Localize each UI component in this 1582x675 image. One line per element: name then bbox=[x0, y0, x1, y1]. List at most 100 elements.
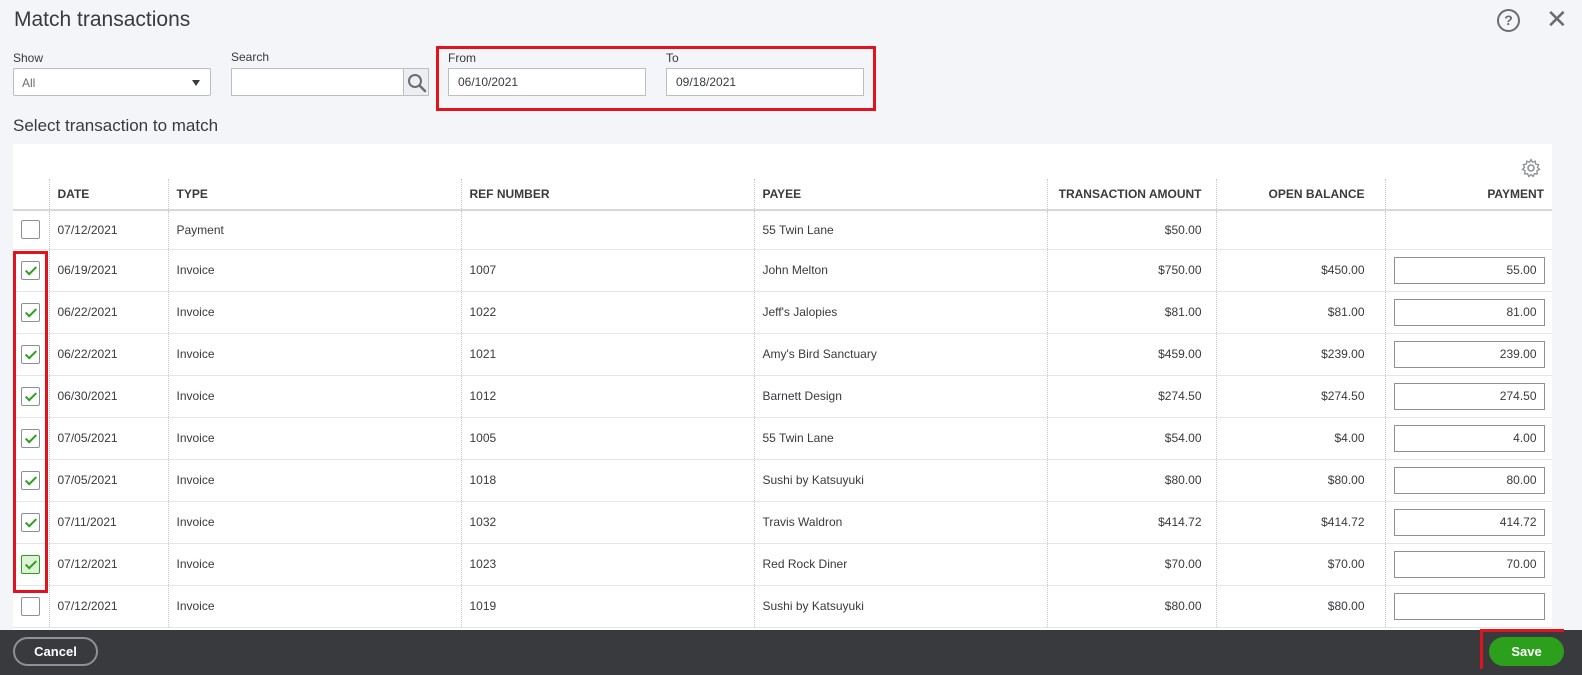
row-checkbox[interactable] bbox=[21, 220, 40, 240]
payment-input[interactable] bbox=[1393, 592, 1545, 620]
date-cell: 07/11/2021 bbox=[48, 501, 168, 544]
help-icon[interactable]: ? bbox=[1497, 9, 1520, 32]
payment-input[interactable] bbox=[1393, 550, 1545, 578]
payee-cell: Amy's Bird Sanctuary bbox=[753, 333, 1047, 376]
table-row[interactable]: 07/12/2021 Invoice 1019 Sushi by Katsuyuki $… bbox=[13, 585, 1552, 628]
payment-input[interactable] bbox=[1393, 508, 1545, 536]
row-checkbox[interactable] bbox=[21, 596, 40, 616]
ref-number-cell: 1019 bbox=[460, 585, 754, 628]
from-date-input[interactable] bbox=[448, 68, 646, 96]
column-header-type[interactable]: TYPE bbox=[167, 179, 461, 211]
table-row[interactable]: 06/22/2021 Invoice 1021 Amy's Bird Sanctuar… bbox=[13, 333, 1552, 376]
payment-cell bbox=[1384, 543, 1552, 586]
table-row[interactable]: 07/05/2021 Invoice 1018 Sushi by Katsuyuki $… bbox=[13, 459, 1552, 502]
transaction-amount-cell: $80.00 bbox=[1046, 459, 1216, 502]
payment-input[interactable] bbox=[1393, 298, 1545, 326]
date-cell: 06/22/2021 bbox=[48, 291, 168, 334]
column-header-date[interactable]: DATE bbox=[48, 179, 168, 211]
section-title: Select transaction to match bbox=[13, 116, 219, 135]
table-header-row: DATE TYPE REF NUMBER PAYEE TRANSACTION A… bbox=[13, 179, 1552, 211]
date-cell: 07/12/2021 bbox=[48, 210, 168, 250]
payment-input[interactable] bbox=[1393, 466, 1545, 494]
payee-cell: Jeff's Jalopies bbox=[753, 291, 1047, 334]
table-row[interactable]: 07/12/2021 Payment 55 Twin Lane $50.00 bbox=[13, 210, 1552, 250]
column-header-ref-number[interactable]: REF NUMBER bbox=[460, 179, 754, 211]
transactions-table: DATE TYPE REF NUMBER PAYEE TRANSACTION A… bbox=[13, 179, 1552, 628]
open-balance-cell: $274.50 bbox=[1215, 375, 1385, 418]
payee-cell: Sushi by Katsuyuki bbox=[753, 459, 1047, 502]
save-button[interactable]: Save bbox=[1489, 637, 1564, 666]
search-input[interactable] bbox=[231, 68, 403, 96]
date-cell: 07/05/2021 bbox=[48, 459, 168, 502]
payment-input[interactable] bbox=[1393, 340, 1545, 368]
ref-number-cell: 1012 bbox=[460, 375, 754, 418]
type-cell: Invoice bbox=[167, 501, 461, 544]
payment-cell bbox=[1384, 210, 1552, 250]
date-cell: 06/30/2021 bbox=[48, 375, 168, 418]
payment-input[interactable] bbox=[1393, 382, 1545, 410]
search-button[interactable] bbox=[403, 68, 429, 96]
transaction-amount-cell: $54.00 bbox=[1046, 417, 1216, 460]
transaction-amount-cell: $80.00 bbox=[1046, 585, 1216, 628]
payment-cell bbox=[1384, 585, 1552, 628]
transaction-amount-cell: $81.00 bbox=[1046, 291, 1216, 334]
open-balance-cell: $450.00 bbox=[1215, 249, 1385, 292]
payment-input[interactable] bbox=[1393, 256, 1545, 284]
table-row[interactable]: 06/22/2021 Invoice 1022 Jeff's Jalopies $81.… bbox=[13, 291, 1552, 334]
payee-cell: Travis Waldron bbox=[753, 501, 1047, 544]
ref-number-cell: 1005 bbox=[460, 417, 754, 460]
ref-number-cell: 1007 bbox=[460, 249, 754, 292]
table-row[interactable]: 07/11/2021 Invoice 1032 Travis Waldron $414.… bbox=[13, 501, 1552, 544]
open-balance-cell: $70.00 bbox=[1215, 543, 1385, 586]
ref-number-cell: 1021 bbox=[460, 333, 754, 376]
type-cell: Invoice bbox=[167, 459, 461, 502]
type-cell: Payment bbox=[167, 210, 461, 250]
select-cell[interactable] bbox=[13, 210, 49, 250]
payment-input[interactable] bbox=[1393, 424, 1545, 452]
show-select[interactable]: All bbox=[13, 68, 211, 96]
dialog-footer bbox=[0, 630, 1582, 675]
type-cell: Invoice bbox=[167, 249, 461, 292]
table-row[interactable]: 07/05/2021 Invoice 1005 55 Twin Lane $54.00 $… bbox=[13, 417, 1552, 460]
open-balance-cell: $4.00 bbox=[1215, 417, 1385, 460]
transaction-amount-cell: $70.00 bbox=[1046, 543, 1216, 586]
payee-cell: Barnett Design bbox=[753, 375, 1047, 418]
open-balance-cell: $414.72 bbox=[1215, 501, 1385, 544]
date-cell: 07/12/2021 bbox=[48, 543, 168, 586]
column-header-payee[interactable]: PAYEE bbox=[753, 179, 1047, 211]
column-header-transaction-amount[interactable]: TRANSACTION AMOUNT bbox=[1046, 179, 1216, 211]
show-value: All bbox=[22, 76, 36, 90]
to-label: To bbox=[666, 51, 679, 65]
ref-number-cell bbox=[460, 210, 754, 250]
payee-cell: 55 Twin Lane bbox=[753, 210, 1047, 250]
table-row[interactable]: 06/30/2021 Invoice 1012 Barnett Design $274.… bbox=[13, 375, 1552, 418]
transactions-table-container: DATE TYPE REF NUMBER PAYEE TRANSACTION A… bbox=[13, 144, 1552, 630]
type-cell: Invoice bbox=[167, 375, 461, 418]
date-cell: 06/22/2021 bbox=[48, 333, 168, 376]
table-row[interactable]: 06/19/2021 Invoice 1007 John Melton $750.00 $… bbox=[13, 249, 1552, 292]
payment-cell bbox=[1384, 417, 1552, 460]
column-header-open-balance[interactable]: OPEN BALANCE bbox=[1215, 179, 1385, 211]
type-cell: Invoice bbox=[167, 417, 461, 460]
transaction-amount-cell: $274.50 bbox=[1046, 375, 1216, 418]
payee-cell: 55 Twin Lane bbox=[753, 417, 1047, 460]
gear-icon[interactable] bbox=[1521, 158, 1541, 178]
show-label: Show bbox=[13, 51, 44, 65]
open-balance-cell: $239.00 bbox=[1215, 333, 1385, 376]
type-cell: Invoice bbox=[167, 585, 461, 628]
type-cell: Invoice bbox=[167, 543, 461, 586]
date-cell: 07/12/2021 bbox=[48, 585, 168, 628]
column-header-payment[interactable]: PAYMENT bbox=[1384, 179, 1552, 211]
close-icon[interactable]: ✕ bbox=[1546, 4, 1568, 34]
payment-cell bbox=[1384, 249, 1552, 292]
payment-cell bbox=[1384, 375, 1552, 418]
table-row[interactable]: 07/12/2021 Invoice 1023 Red Rock Diner $70.0… bbox=[13, 543, 1552, 586]
open-balance-cell bbox=[1215, 210, 1385, 250]
payment-cell bbox=[1384, 333, 1552, 376]
cancel-button[interactable]: Cancel bbox=[13, 637, 98, 666]
search-icon bbox=[408, 74, 427, 93]
date-cell: 07/05/2021 bbox=[48, 417, 168, 460]
type-cell: Invoice bbox=[167, 333, 461, 376]
transaction-amount-cell: $50.00 bbox=[1046, 210, 1216, 250]
to-date-input[interactable] bbox=[666, 68, 864, 96]
